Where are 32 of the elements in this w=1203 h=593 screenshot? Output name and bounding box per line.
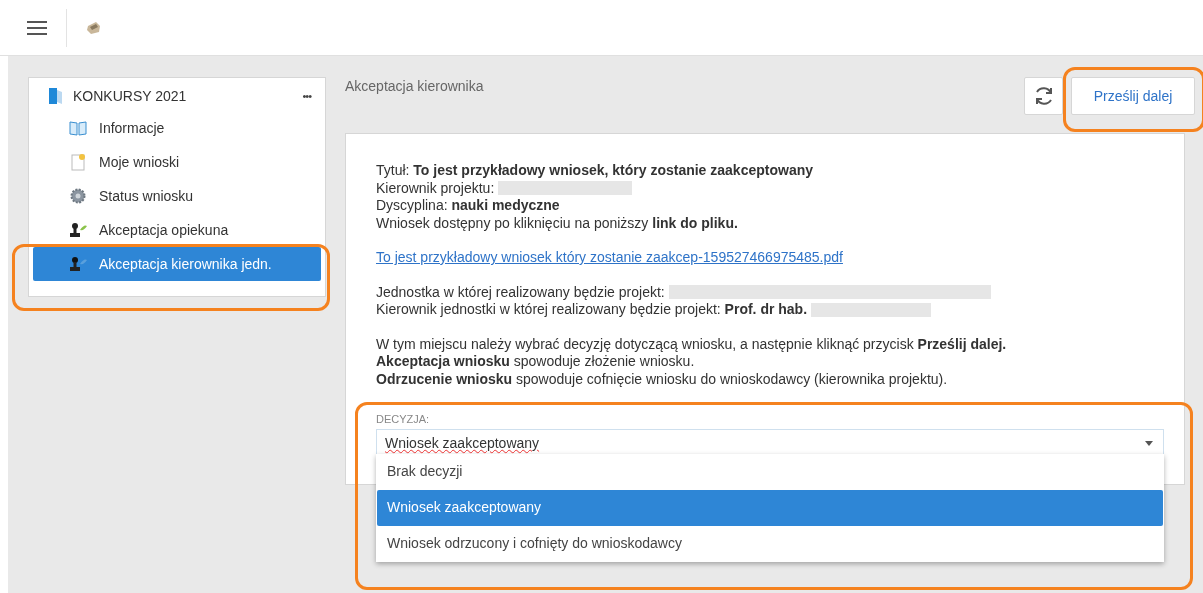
detail-text: Dyscyplina: nauki medyczne [376,197,561,215]
sidebar-title: KONKURSY 2021 [73,88,188,104]
page-title: Akceptacja kierownika [345,77,485,94]
detail-text: Wniosek dostępny po kliknięciu na poniższy link do pliku. [376,214,739,232]
more-button[interactable]: ••• [302,90,311,102]
submit-button[interactable]: Prześlij dalej [1071,77,1195,115]
book-icon [69,120,87,136]
gear-icon [69,188,87,204]
file-link[interactable]: To jest przykładowy wniosek który zostanie zaakcep-159527466975485.pdf [376,249,843,267]
detail-text: Akceptacja wniosku spowoduje złożenie wniosku. [376,353,696,371]
folder-icon [49,88,63,104]
document-icon [69,153,87,171]
sidebar-item[interactable]: Akceptacja kierownika jedn. [33,247,321,281]
detail-text: W tym miejscu należy wybrać decyzję dotyczącą wniosku, a następnie kliknąć przycisk Prześlij dalej. [376,335,1008,353]
menu-icon[interactable] [27,19,47,36]
stamp-icon [69,256,87,272]
caret-icon [1145,441,1153,446]
dropdown-option[interactable]: Wniosek odrzucony i cofnięty do wnioskodawcy [377,526,1163,562]
dropdown-option[interactable]: Wniosek zaakceptowany [377,490,1163,526]
refresh-button[interactable] [1024,77,1063,115]
detail-text: Odrzucenie wniosku spowoduje cofnięcie wniosku do wnioskodawcy (kierownika projektu). [376,370,949,388]
sidebar-item[interactable]: Moje wnioski [33,145,321,179]
sidebar-item[interactable]: Status wniosku [33,179,321,213]
detail-text: Kierownik projektu: [376,179,495,197]
logo-icon[interactable] [86,20,102,35]
sidebar-item[interactable]: Akceptacja opiekuna [33,213,321,247]
detail-text: Tytuł: To jest przykładowy wniosek, który zostanie zaakceptowany [376,162,814,180]
sidebar-item[interactable]: Informacje [33,111,321,145]
detail-text: Kierownik jednostki w której realizowany będzie projekt: Prof. dr hab. [376,301,808,319]
field-label: DECYZJA: [376,413,430,426]
stamp-icon [69,222,87,238]
detail-text: Jednostka w której realizowany będzie projekt: [376,283,665,301]
